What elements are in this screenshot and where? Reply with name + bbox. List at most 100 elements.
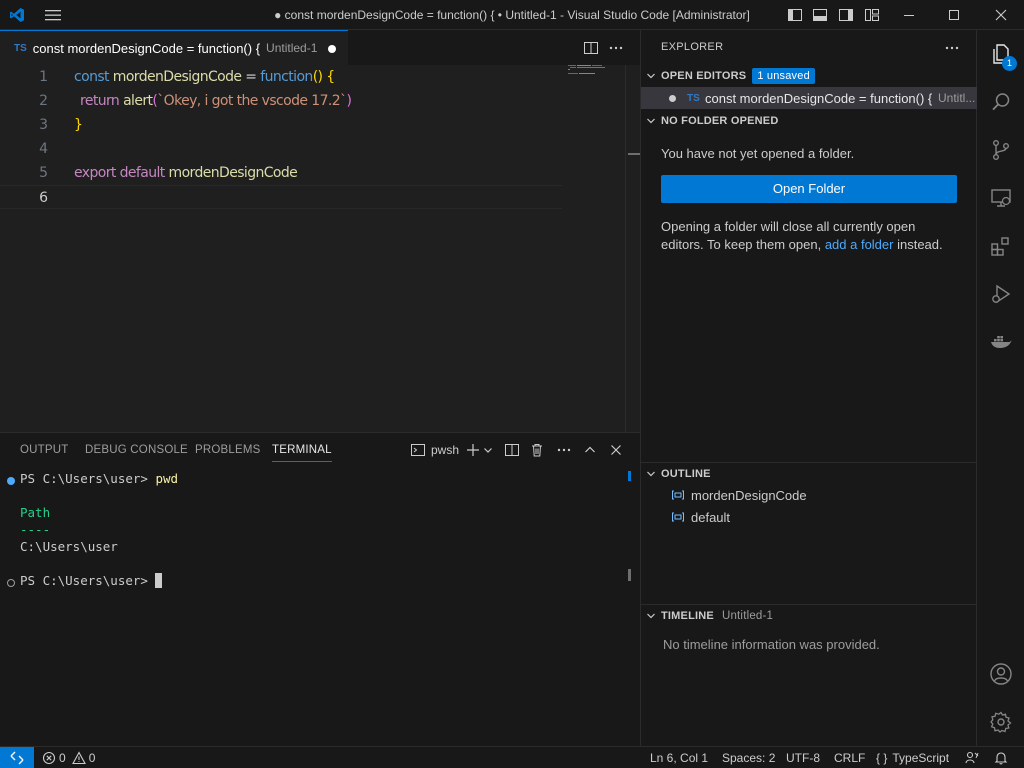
warning-count: 0 (88, 751, 96, 765)
explorer-more-actions-icon[interactable] (944, 40, 960, 56)
command-success-decoration-icon[interactable] (7, 477, 15, 485)
new-terminal-button[interactable] (465, 442, 493, 458)
identifier-token: mordenDesignCode (112, 69, 242, 85)
terminal-command: pwd (155, 471, 179, 486)
split-editor-icon[interactable] (583, 40, 599, 56)
tab-problems[interactable]: PROBLEMS (195, 444, 261, 456)
brace-token: } (74, 117, 83, 133)
tab-output[interactable]: OUTPUT (20, 444, 68, 456)
no-folder-header[interactable]: NO FOLDER OPENED (641, 110, 977, 132)
tab-terminal[interactable]: TERMINAL (272, 444, 332, 462)
command-pending-decoration-icon[interactable] (7, 579, 15, 587)
close-icon (611, 445, 621, 455)
toggle-panel-icon[interactable] (812, 7, 828, 23)
terminal-prompt: PS C:\Users\user> (20, 471, 156, 486)
line-number: 2 (39, 93, 48, 109)
outline-item[interactable]: default (671, 506, 730, 528)
remote-indicator-button[interactable] (0, 747, 34, 768)
more-actions-icon[interactable] (608, 40, 624, 56)
maximize-button[interactable] (931, 0, 977, 30)
split-terminal-button[interactable] (504, 442, 520, 458)
minimize-button[interactable] (886, 0, 932, 30)
unsaved-dot-icon[interactable] (328, 45, 336, 53)
problems-status-button[interactable]: 0 0 (42, 747, 95, 768)
terminal-output-header: Path (20, 505, 51, 520)
code-line-4: 4 (0, 137, 562, 161)
chevron-down-icon (647, 73, 655, 79)
editor-tab-untitled-1[interactable]: TS const mordenDesignCode = function() {… (0, 30, 348, 65)
language-label: TypeScript (892, 751, 950, 765)
accounts-activity-button[interactable] (977, 650, 1024, 698)
outline-header[interactable]: OUTLINE (641, 463, 977, 485)
note-text: instead. (893, 237, 943, 252)
tab-title: const mordenDesignCode = function() { (32, 40, 261, 56)
tab-debug-console[interactable]: DEBUG CONSOLE (85, 444, 188, 456)
timeline-header[interactable]: TIMELINE Untitled-1 (641, 605, 977, 627)
eol-button[interactable]: CRLF (834, 747, 865, 768)
indentation-button[interactable]: Spaces: 2 (722, 747, 775, 768)
cursor-position-button[interactable]: Ln 6, Col 1 (650, 747, 708, 768)
chevron-down-icon[interactable] (483, 442, 493, 458)
terminal-shell-selector[interactable]: pwsh (410, 442, 459, 458)
remote-explorer-activity-button[interactable] (977, 174, 1024, 222)
line-number: 1 (39, 69, 48, 85)
unsaved-count-badge: 1 unsaved (752, 68, 815, 84)
open-editor-desc: Untitl... (938, 91, 976, 105)
language-mode-button[interactable]: { } TypeScript (876, 747, 949, 768)
no-folder-message: You have not yet opened a folder. (661, 146, 855, 161)
toggle-secondary-sidebar-icon[interactable] (838, 7, 854, 23)
editor-scrollbar[interactable] (625, 65, 640, 432)
panel-more-actions-button[interactable] (556, 442, 572, 458)
extensions-activity-button[interactable] (977, 222, 1024, 270)
add-folder-link[interactable]: add a folder (825, 237, 894, 252)
unsaved-dot-icon[interactable] (669, 95, 676, 102)
terminal-cursor (155, 573, 163, 588)
extensions-icon (990, 237, 1009, 256)
code-line-2: 2 return alert(`Okey, i got the vscode 1… (0, 89, 562, 113)
terminal-output[interactable]: PS C:\Users\user> pwd Path ---- C:\Users… (0, 471, 630, 741)
maximize-panel-button[interactable] (582, 442, 598, 458)
toggle-primary-sidebar-icon[interactable] (787, 7, 803, 23)
terminal-output-underline: ---- (20, 522, 51, 537)
close-panel-button[interactable] (608, 442, 624, 458)
docker-icon (990, 336, 1011, 348)
close-window-button[interactable] (978, 0, 1024, 30)
source-control-icon (992, 140, 1009, 161)
paren-token: ) (346, 93, 352, 109)
docker-activity-button[interactable] (977, 318, 1024, 366)
remote-indicator-icon (10, 751, 24, 765)
explorer-badge: 1 (1002, 56, 1017, 71)
terminal-scrollbar[interactable] (628, 569, 631, 581)
note-text: Opening a folder will close all currentl… (661, 219, 916, 234)
terminal-line: PS C:\Users\user> (20, 573, 163, 588)
run-debug-activity-button[interactable] (977, 270, 1024, 318)
source-control-activity-button[interactable] (977, 126, 1024, 174)
code-editor[interactable]: 1 const mordenDesignCode = function() { … (0, 65, 640, 432)
open-folder-button[interactable]: Open Folder (661, 175, 957, 203)
sidebar-title: EXPLORER (661, 41, 724, 53)
feedback-button[interactable] (965, 747, 979, 768)
brackets-icon: { } (876, 751, 888, 765)
plus-icon (467, 444, 479, 456)
error-count: 0 (59, 751, 66, 765)
open-editor-item[interactable]: TS const mordenDesignCode = function() {… (641, 87, 977, 109)
outline-item[interactable]: mordenDesignCode (671, 484, 807, 506)
open-editors-header[interactable]: OPEN EDITORS 1 unsaved (641, 65, 977, 87)
keyword-token: default (119, 165, 166, 181)
manage-activity-button[interactable] (977, 698, 1024, 746)
search-activity-button[interactable] (977, 78, 1024, 126)
code-line-3: 3 } (0, 113, 562, 137)
notifications-button[interactable] (994, 747, 1008, 768)
encoding-button[interactable]: UTF-8 (786, 747, 820, 768)
section-label: TIMELINE (661, 610, 714, 622)
code-text: const mordenDesignCode = function() { (74, 65, 335, 89)
kill-terminal-button[interactable] (529, 442, 545, 458)
application-menu-icon[interactable] (44, 8, 62, 22)
variable-symbol-icon (672, 490, 684, 500)
split-terminal-icon (505, 444, 519, 456)
customize-layout-icon[interactable] (864, 7, 880, 23)
warning-icon (71, 751, 86, 765)
minimap[interactable] (568, 65, 616, 77)
explorer-activity-button[interactable]: 1 (977, 30, 1024, 78)
keyword-token: function (260, 69, 313, 85)
